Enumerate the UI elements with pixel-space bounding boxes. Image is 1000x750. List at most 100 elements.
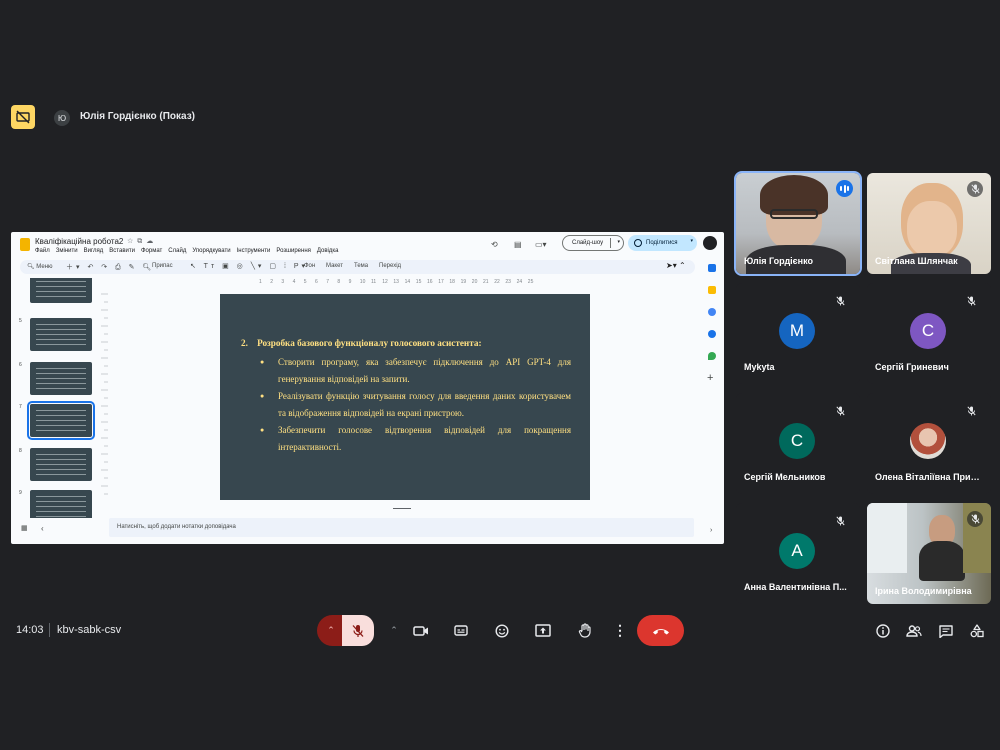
meet-camera-icon[interactable]: ▭▾: [535, 237, 547, 251]
menu-item[interactable]: Змінити: [56, 248, 78, 254]
add-addon-icon[interactable]: +: [707, 372, 713, 384]
maps-icon[interactable]: [708, 352, 716, 360]
captions-button[interactable]: [450, 615, 472, 646]
keep-icon[interactable]: [708, 286, 716, 294]
participant-tile[interactable]: С Сергій Мельников: [736, 393, 860, 494]
slide-thumbnail[interactable]: [30, 448, 92, 481]
layout-button[interactable]: Макет: [326, 263, 343, 269]
calendar-icon[interactable]: [708, 264, 716, 272]
account-avatar[interactable]: [703, 236, 717, 250]
menu-item[interactable]: Файл: [35, 248, 50, 254]
chevron-down-icon[interactable]: ▾: [690, 238, 693, 244]
participant-tile[interactable]: Юлія Гордієнко: [734, 171, 862, 276]
ruler-tick: 8: [337, 279, 341, 285]
tasks-icon[interactable]: [708, 308, 716, 316]
slide-number: 5: [19, 318, 22, 324]
zoom-select[interactable]: Припас: [152, 263, 173, 269]
slide-thumbnail[interactable]: [27, 401, 95, 440]
menu-item[interactable]: Вставити: [109, 248, 135, 254]
present-button[interactable]: [532, 615, 554, 646]
slide-thumbnail[interactable]: [30, 318, 92, 351]
contacts-icon[interactable]: [708, 330, 716, 338]
grid-view-icon[interactable]: ▦: [21, 524, 28, 532]
video-camera-icon: [413, 625, 428, 636]
slides-logo-icon[interactable]: [20, 238, 30, 251]
participant-avatar: M: [779, 313, 815, 349]
participant-tile[interactable]: M Mykyta: [736, 283, 860, 384]
mic-off-icon: [832, 293, 848, 309]
toolbar-icons[interactable]: ＋▾ ↶ ↷ ⎙ ✎ 🔍︎: [66, 262, 154, 272]
search-menus[interactable]: 🔍︎ Меню: [27, 263, 53, 270]
ruler-tick: 21: [483, 279, 489, 285]
notes-resize-handle[interactable]: [393, 508, 411, 509]
select-mode-icon[interactable]: ➤▾ ⌃: [666, 261, 686, 270]
participant-tile[interactable]: Олена Віталіївна Приходько: [867, 393, 991, 494]
slide-thumbnail[interactable]: [30, 278, 92, 303]
slideshow-label: Слайд-шоу: [572, 240, 604, 246]
video-options-button[interactable]: ⌃: [385, 615, 403, 646]
collapse-filmstrip-icon[interactable]: ‹: [41, 524, 44, 533]
slide-canvas[interactable]: 2. Розробка базового функціоналу голосов…: [220, 294, 590, 500]
menu-item[interactable]: Слайд: [168, 248, 186, 254]
ruler-tick: 25: [527, 279, 534, 285]
participant-tile[interactable]: Світлана Шлянчак: [867, 173, 991, 274]
slide-number: 6: [19, 362, 22, 368]
chat-button[interactable]: [937, 622, 955, 640]
menu-item[interactable]: Розширення: [276, 248, 310, 254]
history-icon[interactable]: ⟲: [491, 237, 498, 251]
slide-thumbnail[interactable]: [30, 362, 92, 395]
thumbnail-text-line: [36, 324, 86, 325]
thumbnail-text-line: [36, 368, 86, 369]
menu-item[interactable]: Упорядкувати: [192, 248, 230, 254]
toolbar: 🔍︎ Меню ＋▾ ↶ ↷ ⎙ ✎ 🔍︎ Припас ↖ Tт ▣ ◎ ╲▾…: [20, 260, 695, 274]
reactions-button[interactable]: [491, 615, 513, 646]
menu-bar: Файл Змінити Вигляд Вставити Формат Слайд Упор…: [35, 248, 338, 254]
slideshow-button[interactable]: Слайд-шоу ▾: [562, 235, 624, 251]
insert-tools-icons[interactable]: ↖ Tт ▣ ◎ ╲▾ ▢ ⁞ P▾: [190, 262, 308, 270]
speaker-notes[interactable]: Натисніть, щоб додати нотатки доповідача: [109, 518, 694, 537]
thumbnail-text-line: [36, 496, 86, 497]
mic-off-icon: [967, 511, 983, 527]
participant-tile[interactable]: А Анна Валентинівна П...: [736, 503, 860, 604]
menu-item[interactable]: Формат: [141, 248, 162, 254]
leave-call-button[interactable]: [637, 615, 684, 646]
menu-item[interactable]: Вигляд: [84, 248, 104, 254]
activities-button[interactable]: [968, 622, 986, 640]
slide-number: 7: [19, 404, 22, 410]
people-button[interactable]: [905, 622, 923, 640]
ruler-tick: 11: [371, 279, 377, 285]
stop-presenting-icon[interactable]: [11, 105, 35, 129]
share-button[interactable]: Поділитися ▾: [628, 235, 697, 251]
participant-tile[interactable]: Ірина Володимирівна: [867, 503, 991, 604]
meeting-details-button[interactable]: [874, 622, 892, 640]
theme-button[interactable]: Тема: [354, 263, 368, 269]
ruler-tick: 10: [359, 279, 366, 285]
menu-search-label: Меню: [36, 264, 53, 270]
thumbnail-text-line: [36, 296, 86, 297]
ruler-tick: 18: [449, 279, 455, 285]
document-title[interactable]: Кваліфікаційна робота2: [35, 237, 123, 246]
transition-button[interactable]: Перехід: [379, 263, 401, 269]
participant-tile[interactable]: С Сергій Гриневич: [867, 283, 991, 384]
background-button[interactable]: Фон: [304, 263, 315, 269]
mic-toggle-button[interactable]: [342, 615, 374, 646]
participant-name: Сергій Гриневич: [875, 362, 949, 372]
ruler-tick: 9: [348, 279, 352, 285]
camera-button[interactable]: [410, 615, 432, 646]
slide-filmstrip: 456789: [19, 278, 99, 518]
expand-panel-icon[interactable]: ›: [710, 527, 712, 534]
ruler-tick: 20: [471, 279, 478, 285]
comments-icon[interactable]: ▤: [514, 237, 522, 251]
title-action-icons[interactable]: ☆⧉☁: [127, 237, 157, 246]
vertical-ruler: [101, 293, 108, 495]
participant-name: Анна Валентинівна П...: [744, 582, 847, 592]
slide-heading: 2. Розробка базового функціоналу голосов…: [241, 338, 482, 348]
chevron-down-icon[interactable]: ▾: [617, 239, 620, 245]
more-options-icon[interactable]: ⋮: [612, 615, 628, 646]
ruler-tick: 5: [303, 279, 307, 285]
slide-thumbnail[interactable]: [30, 490, 92, 518]
audio-options-button[interactable]: ⌃: [317, 615, 345, 646]
raise-hand-button[interactable]: [574, 615, 596, 646]
menu-item[interactable]: Інструменти: [237, 248, 271, 254]
menu-item[interactable]: Довідка: [317, 248, 339, 254]
